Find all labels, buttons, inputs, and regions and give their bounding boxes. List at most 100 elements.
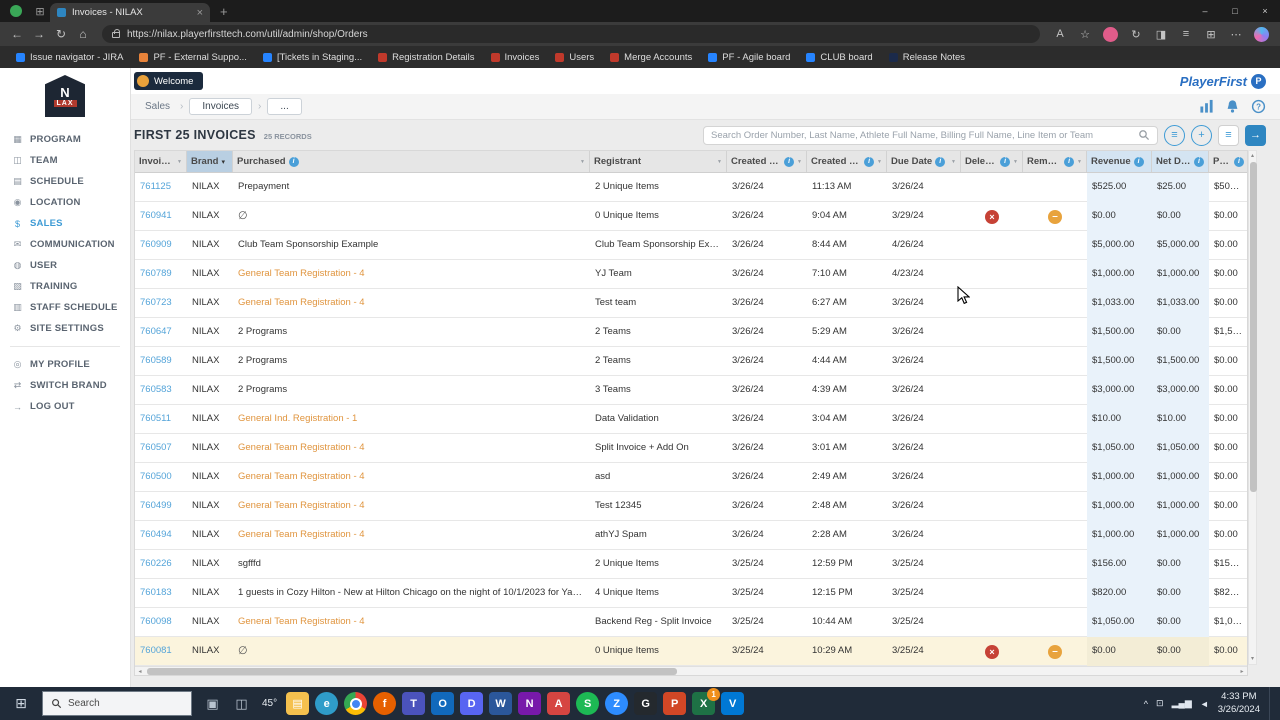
sidebar-item-schedule[interactable]: ▤ SCHEDULE [0, 171, 130, 192]
browser-tab[interactable]: Invoices - NILAX × [50, 3, 210, 22]
filter-button[interactable]: ≡ [1164, 124, 1185, 146]
sidebar-item-staff-schedule[interactable]: ▥ STAFF SCHEDULE [0, 297, 130, 318]
column-header-removed[interactable]: Removedi▼ [1023, 151, 1087, 172]
sidebar-item-site-settings[interactable]: ⚙ SITE SETTINGS [0, 318, 130, 339]
show-desktop-button[interactable] [1269, 687, 1274, 720]
invoice-row[interactable]: 760647 NILAX 2 Programs 2 Teams 3/26/24 5:29 … [135, 318, 1247, 347]
info-icon[interactable]: i [1000, 156, 1011, 167]
purchased-link[interactable]: General Team Registration - 4 [238, 500, 365, 511]
onenote-icon[interactable]: N [518, 692, 542, 715]
info-icon[interactable]: i [784, 156, 795, 167]
invoice-row[interactable]: 760500 NILAX General Team Registration - 4… [135, 463, 1247, 492]
info-icon[interactable]: i [1064, 156, 1075, 167]
sidebar-item-communication[interactable]: ✉ COMMUNICATION [0, 234, 130, 255]
firefox-icon[interactable]: f [373, 692, 397, 715]
purchased-link[interactable]: General Team Registration - 4 [238, 442, 365, 453]
chrome-icon[interactable] [344, 692, 368, 715]
file-explorer-icon[interactable]: ▤ [286, 692, 310, 715]
stats-chart-icon[interactable] [1199, 99, 1214, 114]
invoice-number-link[interactable]: 760183 [140, 587, 172, 598]
purchased-link[interactable]: General Ind. Registration - 1 [238, 413, 357, 424]
info-icon[interactable]: i [1194, 156, 1204, 167]
breadcrumb-sales[interactable]: Sales [141, 101, 174, 112]
column-header-created_time[interactable]: Created Timei▼ [807, 151, 887, 172]
sidebar-item-log-out[interactable]: → LOG OUT [0, 396, 130, 417]
sidebar-item-program[interactable]: ▦ PROGRAM [0, 129, 130, 150]
bookmark-item[interactable]: Release Notes [881, 46, 973, 68]
invoice-row[interactable]: 760723 NILAX General Team Registration - 4… [135, 289, 1247, 318]
column-header-invoice[interactable]: Invoice #▼ [135, 151, 187, 172]
invoice-number-link[interactable]: 760511 [140, 413, 171, 424]
info-icon[interactable]: i [1133, 156, 1144, 167]
breadcrumb-more[interactable]: ... [267, 98, 302, 115]
word-icon[interactable]: W [489, 692, 513, 715]
collections-icon[interactable]: ⊞ [1199, 28, 1223, 41]
favorite-star-icon[interactable]: ☆ [1073, 28, 1097, 41]
edge-icon[interactable]: e [315, 692, 339, 715]
pen-icon[interactable]: ⊡ [1156, 698, 1164, 709]
invoice-row[interactable]: 760789 NILAX General Team Registration - 4… [135, 260, 1247, 289]
powerpoint-icon[interactable]: P [663, 692, 687, 715]
sidebar-item-my-profile[interactable]: ◎ MY PROFILE [0, 354, 130, 375]
settings-menu-icon[interactable]: ⋯ [1224, 28, 1248, 41]
column-header-created_date[interactable]: Created Datei▼ [727, 151, 807, 172]
people-icon[interactable]: ◫ [230, 692, 253, 715]
browser-profile-icon[interactable] [10, 5, 22, 17]
invoice-row[interactable]: 760499 NILAX General Team Registration - 4… [135, 492, 1247, 521]
discord-icon[interactable]: D [460, 692, 484, 715]
scroll-right-icon[interactable]: ▸ [1237, 668, 1247, 675]
tab-actions-icon[interactable]: ⊞ [30, 5, 50, 18]
invoice-row[interactable]: 760589 NILAX 2 Programs 2 Teams 3/26/24 4:44 … [135, 347, 1247, 376]
column-header-paid[interactable]: Paid - Toi [1209, 151, 1247, 172]
invoice-row[interactable]: 760941 NILAX ∅ 0 Unique Items 3/26/24 9:04 AM… [135, 202, 1247, 231]
bookmark-item[interactable]: Merge Accounts [602, 46, 700, 68]
maximize-button[interactable]: □ [1220, 0, 1250, 22]
invoice-number-link[interactable]: 760589 [140, 355, 172, 366]
bookmark-item[interactable]: Invoices [483, 46, 548, 68]
sidebar-item-training[interactable]: ▧ TRAINING [0, 276, 130, 297]
bookmark-item[interactable]: [Tickets in Staging... [255, 46, 370, 68]
new-tab-button[interactable]: + [220, 4, 228, 19]
sidebar-item-sales[interactable]: $ SALES [0, 213, 130, 234]
url-field[interactable]: https://nilax.playerfirsttech.com/util/a… [102, 25, 1040, 43]
bookmark-item[interactable]: Issue navigator - JIRA [8, 46, 131, 68]
list-view-button[interactable]: ≡ [1218, 124, 1239, 146]
taskbar-clock[interactable]: 4:33 PM 3/26/2024 [1218, 691, 1260, 716]
invoice-row[interactable]: 760494 NILAX General Team Registration - 4… [135, 521, 1247, 550]
taskbar-search[interactable]: Search [42, 691, 192, 716]
filter-icon[interactable]: ▼ [714, 159, 722, 165]
invoice-row[interactable]: 760909 NILAX Club Team Sponsorship Example… [135, 231, 1247, 260]
invoice-search[interactable] [703, 125, 1158, 145]
tray-expand-icon[interactable]: ^ [1144, 699, 1148, 709]
notifications-bell-icon[interactable] [1225, 99, 1240, 114]
invoice-number-link[interactable]: 760500 [140, 471, 172, 482]
purchased-link[interactable]: General Team Registration - 4 [238, 529, 365, 540]
column-header-net_due[interactable]: Net Due i [1152, 151, 1209, 172]
start-button[interactable]: ⊞ [0, 687, 42, 720]
export-button[interactable]: → [1245, 124, 1266, 146]
welcome-button[interactable]: Welcome [134, 72, 204, 90]
profile-avatar-icon[interactable] [1103, 26, 1118, 42]
teams-icon[interactable]: T [402, 692, 426, 715]
invoice-number-link[interactable]: 760499 [140, 500, 172, 511]
filter-icon[interactable]: ▼ [874, 159, 882, 165]
sync-icon[interactable]: ↻ [1124, 28, 1148, 41]
home-icon[interactable]: ⌂ [72, 27, 94, 41]
sidebar-item-location[interactable]: ◉ LOCATION [0, 192, 130, 213]
horizontal-scrollbar[interactable]: ◂ ▸ [135, 666, 1247, 675]
favorites-bar-icon[interactable]: ≡ [1174, 28, 1198, 40]
invoice-number-link[interactable]: 760583 [140, 384, 172, 395]
zoom-text-icon[interactable]: A [1048, 28, 1072, 40]
forward-icon[interactable]: → [28, 27, 50, 41]
info-icon[interactable]: i [288, 156, 299, 167]
invoice-number-link[interactable]: 760941 [140, 210, 172, 221]
invoice-number-link[interactable]: 760507 [140, 442, 172, 453]
invoice-row[interactable]: 760098 NILAX General Team Registration - 4… [135, 608, 1247, 637]
add-invoice-button[interactable]: + [1191, 124, 1212, 146]
filter-icon[interactable]: ▼ [577, 159, 585, 165]
github-icon[interactable]: G [634, 692, 658, 715]
bookmark-item[interactable]: PF - Agile board [700, 46, 798, 68]
invoice-number-link[interactable]: 760494 [140, 529, 172, 540]
scroll-down-icon[interactable]: ▾ [1251, 654, 1254, 664]
network-icon[interactable]: ▂▄▆ [1172, 698, 1192, 709]
